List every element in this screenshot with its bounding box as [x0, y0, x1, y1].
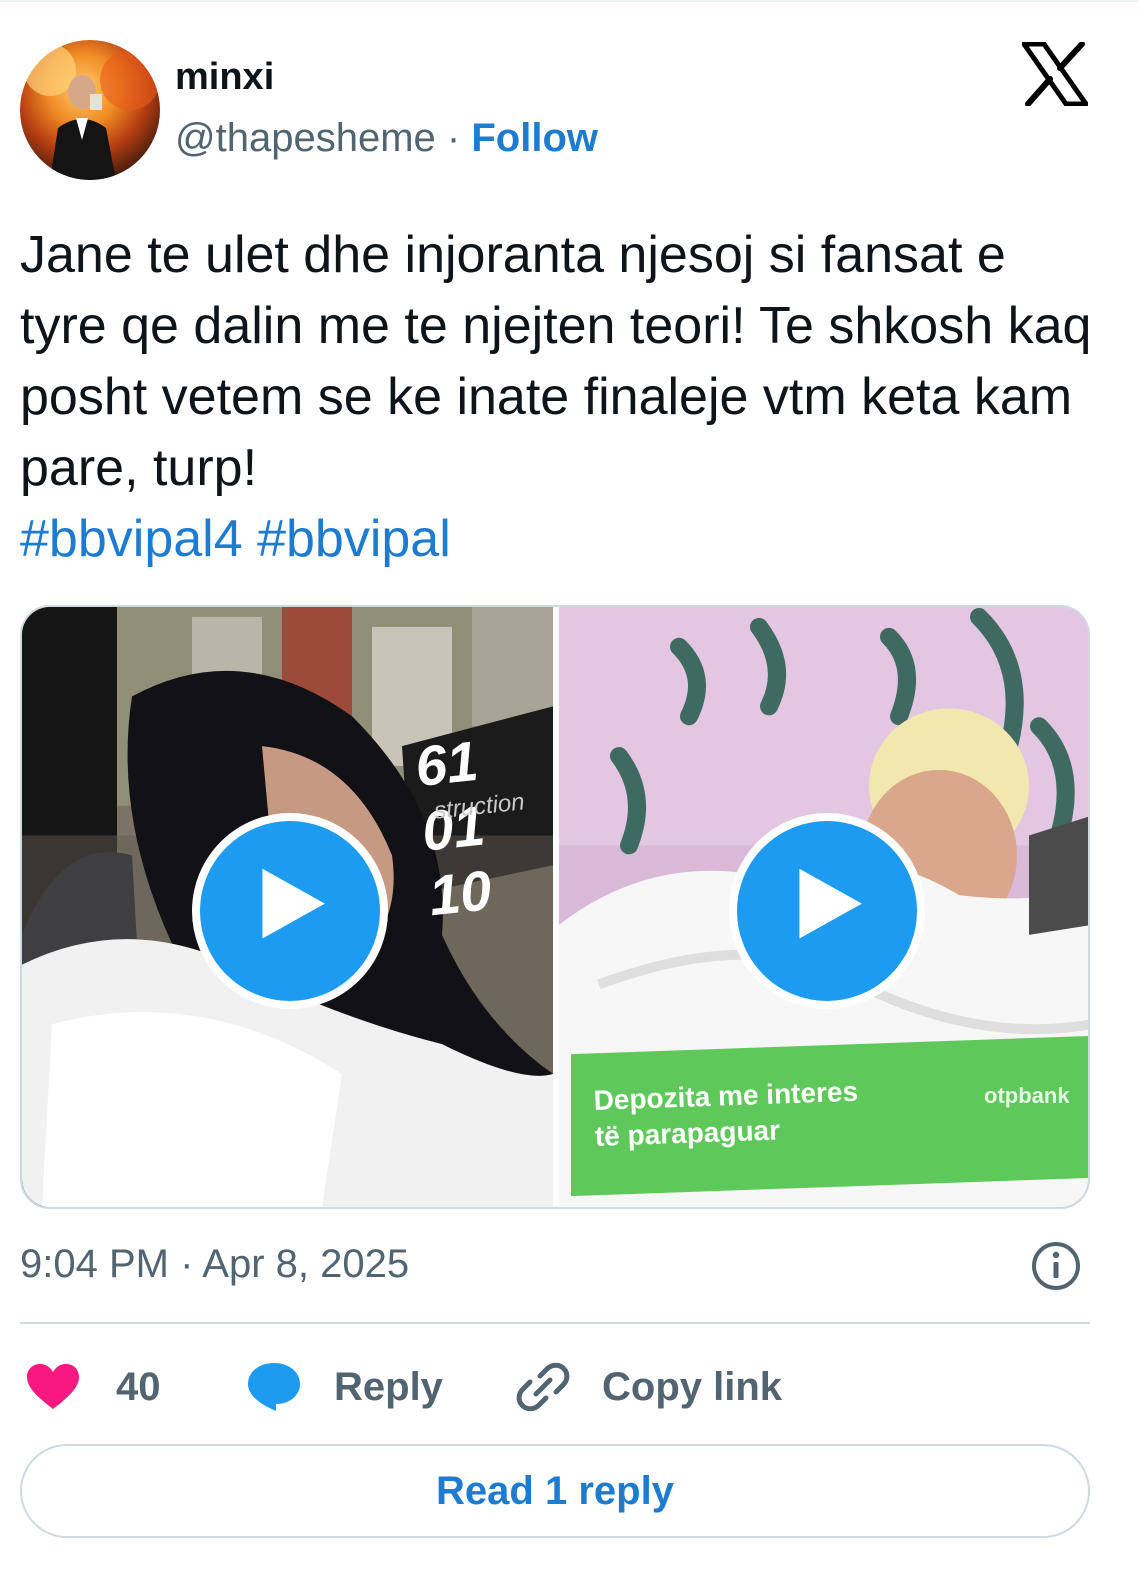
x-logo-icon[interactable]: [1022, 42, 1088, 106]
action-bar: 40 Reply Copy link: [0, 1352, 1138, 1422]
avatar[interactable]: [20, 40, 160, 180]
copy-link-button[interactable]: Copy link: [516, 1352, 782, 1422]
video-overlay-number: 61 01 10: [412, 728, 495, 928]
handle-separator: ·: [446, 116, 461, 160]
tweet-timestamp[interactable]: 9:04 PM · Apr 8, 2025: [20, 1242, 409, 1287]
avatar-image: [24, 44, 160, 180]
media-grid: 61 01 10 struction Depozita me interes t…: [20, 605, 1090, 1209]
play-icon: [799, 868, 862, 939]
author-handle-row: @thapesheme · Follow: [175, 116, 598, 161]
ad-banner-text: Depozita me interes të parapaguar: [593, 1074, 860, 1155]
reply-label: Reply: [334, 1364, 443, 1409]
play-icon: [262, 868, 325, 939]
reply-button[interactable]: Reply: [246, 1352, 443, 1422]
author-display-name[interactable]: minxi: [175, 56, 274, 99]
divider: [20, 1322, 1090, 1324]
heart-icon: [27, 1364, 79, 1409]
ad-banner-brand: otpbank: [984, 1083, 1070, 1108]
video-thumbnail-right[interactable]: Depozita me interes të parapaguar otpban…: [559, 607, 1088, 1207]
hashtag-link[interactable]: #bbvipal: [257, 510, 451, 568]
reply-bubble-icon: [248, 1363, 300, 1411]
tweet-text: Jane te ulet dhe injoranta njesoj si fan…: [20, 226, 1092, 497]
tweet-body: Jane te ulet dhe injoranta njesoj si fan…: [20, 220, 1100, 575]
play-button[interactable]: [192, 813, 388, 1009]
like-button[interactable]: 40: [26, 1352, 161, 1422]
hashtag-link[interactable]: #bbvipal4: [20, 510, 243, 568]
tweet-card: minxi @thapesheme · Follow Jane te ulet …: [0, 0, 1138, 1596]
follow-button[interactable]: Follow: [471, 116, 598, 160]
like-count: 40: [116, 1364, 161, 1409]
link-icon: [516, 1362, 570, 1412]
author-handle[interactable]: @thapesheme: [175, 116, 436, 160]
read-replies-button[interactable]: Read 1 reply: [20, 1444, 1090, 1538]
video-thumbnail-left[interactable]: 61 01 10 struction: [22, 607, 553, 1207]
copy-link-label: Copy link: [602, 1364, 783, 1409]
play-button[interactable]: [729, 813, 925, 1009]
info-icon[interactable]: [1030, 1240, 1082, 1292]
